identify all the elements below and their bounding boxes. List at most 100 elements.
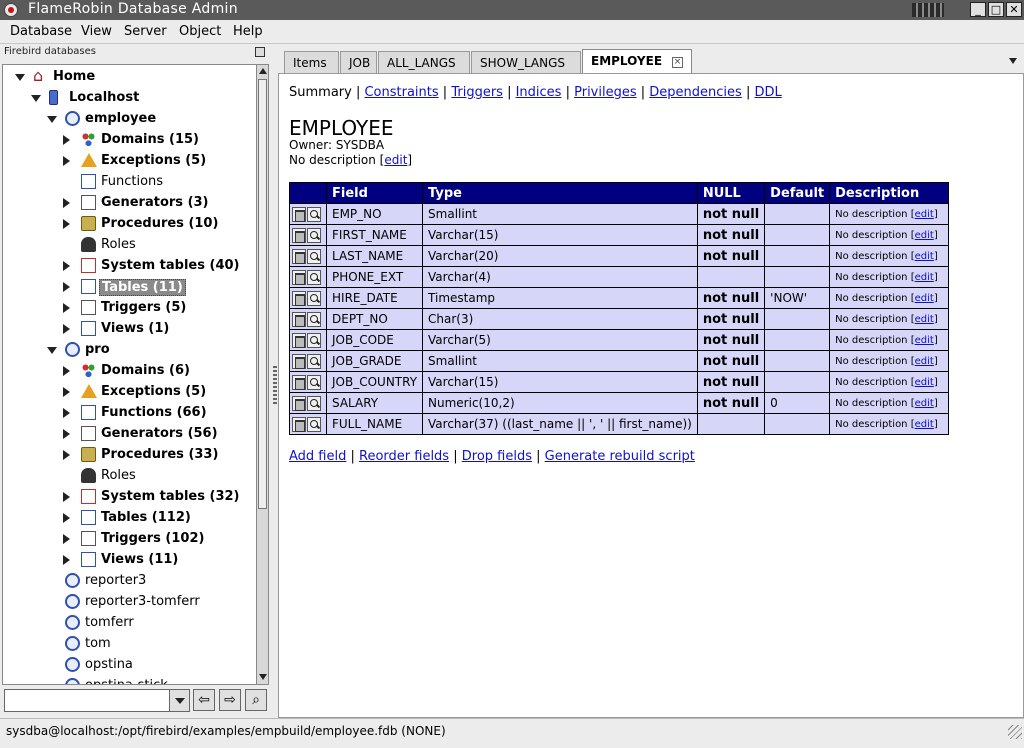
drop-field-icon[interactable]	[292, 269, 306, 285]
edit-field-icon[interactable]	[307, 311, 321, 327]
tree-item[interactable]: Generators (56)	[3, 424, 256, 445]
edit-field-icon[interactable]	[307, 227, 321, 243]
back-button[interactable]: ⇦	[193, 689, 215, 711]
edit-description-link[interactable]: edit	[384, 153, 407, 167]
expand-arrow-icon[interactable]	[63, 555, 70, 565]
tree-item[interactable]: Localhost	[3, 88, 256, 109]
expand-arrow-icon[interactable]	[63, 156, 70, 166]
panel-close-button[interactable]	[255, 47, 265, 57]
edit-field-description-link[interactable]: edit	[915, 230, 934, 241]
drop-field-icon[interactable]	[292, 248, 306, 264]
close-tab-icon[interactable]: ×	[672, 57, 684, 68]
expand-arrow-icon[interactable]	[63, 366, 70, 376]
edit-field-icon[interactable]	[307, 206, 321, 222]
chevron-down-icon[interactable]	[169, 690, 189, 711]
menu-help[interactable]: Help	[233, 24, 263, 39]
collapse-arrow-icon[interactable]	[47, 347, 57, 354]
menu-database[interactable]: Database	[10, 24, 72, 39]
tab-all-langs[interactable]: ALL_LANGS	[378, 51, 470, 73]
tree-item[interactable]: Procedures (33)	[3, 445, 256, 466]
nav-triggers-link[interactable]: Triggers	[451, 85, 503, 100]
expand-arrow-icon[interactable]	[63, 198, 70, 208]
tree-item[interactable]: opstina	[3, 655, 256, 676]
tree-item[interactable]: opstina-stick	[3, 676, 256, 684]
minimize-button[interactable]: _	[970, 2, 986, 17]
tree-item[interactable]: Roles	[3, 235, 256, 256]
tree-item[interactable]: System tables (40)	[3, 256, 256, 277]
nav-privileges-link[interactable]: Privileges	[574, 85, 637, 100]
forward-button[interactable]: ⇨	[219, 689, 241, 711]
splitter-grip[interactable]	[273, 364, 277, 404]
tree-item[interactable]: reporter3	[3, 571, 256, 592]
edit-field-description-link[interactable]: edit	[915, 209, 934, 220]
edit-field-icon[interactable]	[307, 269, 321, 285]
tab-list-dropdown-icon[interactable]	[1009, 58, 1017, 64]
tree-item[interactable]: Functions	[3, 172, 256, 193]
tree-item[interactable]: Functions (66)	[3, 403, 256, 424]
tree-item[interactable]: Generators (3)	[3, 193, 256, 214]
expand-arrow-icon[interactable]	[63, 282, 70, 292]
resize-grip[interactable]	[1008, 725, 1022, 739]
expand-arrow-icon[interactable]	[63, 513, 70, 523]
menu-server[interactable]: Server	[124, 24, 167, 39]
edit-field-icon[interactable]	[307, 353, 321, 369]
expand-arrow-icon[interactable]	[63, 450, 70, 460]
collapse-arrow-icon[interactable]	[15, 74, 25, 81]
drop-fields-link[interactable]: Drop fields	[462, 449, 532, 464]
tree-item[interactable]: Procedures (10)	[3, 214, 256, 235]
tree-scrollbar[interactable]	[256, 64, 269, 685]
collapse-arrow-icon[interactable]	[31, 95, 41, 102]
drop-field-icon[interactable]	[292, 332, 306, 348]
edit-field-description-link[interactable]: edit	[915, 398, 934, 409]
tab-job[interactable]: JOB	[340, 51, 377, 73]
tree-item[interactable]: employee	[3, 109, 256, 130]
tree-item[interactable]: Exceptions (5)	[3, 151, 256, 172]
expand-arrow-icon[interactable]	[63, 534, 70, 544]
tree-item[interactable]: tom	[3, 634, 256, 655]
nav-ddl-link[interactable]: DDL	[754, 85, 781, 100]
drop-field-icon[interactable]	[292, 395, 306, 411]
tree-item[interactable]: Triggers (102)	[3, 529, 256, 550]
tree-item[interactable]: Domains (15)	[3, 130, 256, 151]
generate-rebuild-script-link[interactable]: Generate rebuild script	[545, 449, 695, 464]
edit-field-icon[interactable]	[307, 332, 321, 348]
add-field-link[interactable]: Add field	[289, 449, 346, 464]
nav-dependencies-link[interactable]: Dependencies	[649, 85, 742, 100]
edit-field-description-link[interactable]: edit	[915, 272, 934, 283]
nav-indices-link[interactable]: Indices	[516, 85, 562, 100]
edit-field-description-link[interactable]: edit	[915, 419, 934, 430]
tree-item[interactable]: Views (1)	[3, 319, 256, 340]
collapse-arrow-icon[interactable]	[47, 116, 57, 123]
scroll-down-icon[interactable]	[259, 674, 267, 680]
expand-arrow-icon[interactable]	[63, 429, 70, 439]
edit-field-description-link[interactable]: edit	[915, 251, 934, 262]
tree-item[interactable]: Roles	[3, 466, 256, 487]
database-tree[interactable]: ⌂ Home Localhost employee Domains (15) Except…	[2, 64, 257, 685]
nav-constraints-link[interactable]: Constraints	[364, 85, 438, 100]
tree-item[interactable]: Triggers (5)	[3, 298, 256, 319]
edit-field-icon[interactable]	[307, 290, 321, 306]
reorder-fields-link[interactable]: Reorder fields	[359, 449, 449, 464]
tree-item[interactable]: pro	[3, 340, 256, 361]
edit-field-description-link[interactable]: edit	[915, 356, 934, 367]
find-button[interactable]: ⌕	[245, 689, 267, 711]
expand-arrow-icon[interactable]	[63, 135, 70, 145]
tab-show-langs[interactable]: SHOW_LANGS	[471, 51, 581, 73]
edit-field-icon[interactable]	[307, 374, 321, 390]
tree-item[interactable]: tomferr	[3, 613, 256, 634]
tree-item[interactable]: ⌂ Home	[3, 67, 256, 88]
expand-arrow-icon[interactable]	[63, 408, 70, 418]
tree-item[interactable]: System tables (32)	[3, 487, 256, 508]
drop-field-icon[interactable]	[292, 416, 306, 432]
menu-object[interactable]: Object	[179, 24, 221, 39]
tree-item[interactable]: Tables (112)	[3, 508, 256, 529]
drop-field-icon[interactable]	[292, 206, 306, 222]
edit-field-description-link[interactable]: edit	[915, 293, 934, 304]
scroll-up-icon[interactable]	[259, 68, 267, 74]
expand-arrow-icon[interactable]	[63, 303, 70, 313]
expand-arrow-icon[interactable]	[63, 219, 70, 229]
expand-arrow-icon[interactable]	[63, 492, 70, 502]
tab-employee[interactable]: EMPLOYEE ×	[582, 49, 692, 74]
expand-arrow-icon[interactable]	[63, 387, 70, 397]
tree-item[interactable]: Exceptions (5)	[3, 382, 256, 403]
